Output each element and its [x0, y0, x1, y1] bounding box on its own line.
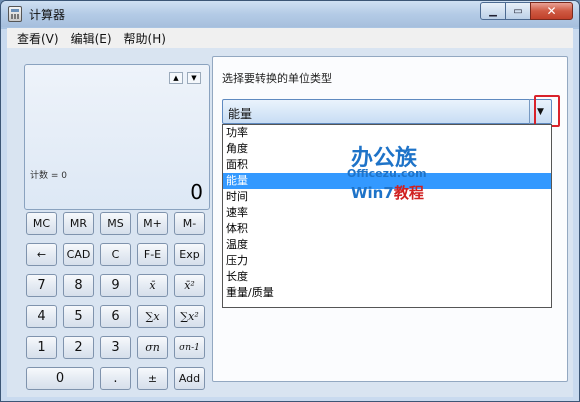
unit-type-label: 选择要转换的单位类型: [222, 72, 332, 85]
client-area: ▲ ▼ 计数 = 0 0 MC MR MS M+ M- ← CAD C F-E …: [7, 48, 573, 397]
digit-7-button[interactable]: 7: [26, 274, 57, 297]
std-dev-n-button[interactable]: σn: [137, 336, 168, 359]
highlight-box: [534, 95, 560, 127]
cad-button[interactable]: CAD: [63, 243, 94, 266]
decimal-button[interactable]: .: [100, 367, 131, 390]
digit-6-button[interactable]: 6: [100, 305, 131, 328]
option-weight-mass[interactable]: 重量/质量: [223, 285, 551, 301]
menu-help[interactable]: 帮助(H): [118, 30, 172, 47]
watermark-subtitle: Win7教程: [351, 184, 424, 202]
option-pressure[interactable]: 压力: [223, 253, 551, 269]
title-bar[interactable]: 计算器 ▁ ▭ ✕: [1, 1, 579, 27]
m-plus-button[interactable]: M+: [137, 212, 168, 235]
sum-squares-button[interactable]: ∑x²: [174, 305, 205, 328]
display-value: 0: [190, 180, 203, 204]
option-temperature[interactable]: 温度: [223, 237, 551, 253]
menu-edit[interactable]: 编辑(E): [65, 30, 118, 47]
history-down-button[interactable]: ▼: [187, 72, 201, 84]
clear-button[interactable]: C: [100, 243, 131, 266]
unit-conversion-panel: 选择要转换的单位类型 能量 ▼ 功率 角度 面积 能量 时间 速率 体积 温度 …: [212, 56, 568, 382]
unit-type-select[interactable]: 能量 ▼: [222, 99, 552, 124]
close-button[interactable]: ✕: [530, 2, 573, 20]
count-indicator: 计数 = 0: [30, 171, 67, 181]
unit-type-selected-value: 能量: [228, 107, 253, 121]
mr-button[interactable]: MR: [63, 212, 94, 235]
watermark-domain: Officezu.com: [347, 167, 427, 180]
digit-2-button[interactable]: 2: [63, 336, 94, 359]
exp-button[interactable]: Exp: [174, 243, 205, 266]
backspace-button[interactable]: ←: [26, 243, 57, 266]
digit-9-button[interactable]: 9: [100, 274, 131, 297]
history-up-button[interactable]: ▲: [169, 72, 183, 84]
fe-button[interactable]: F-E: [137, 243, 168, 266]
maximize-button[interactable]: ▭: [505, 2, 531, 20]
digit-3-button[interactable]: 3: [100, 336, 131, 359]
add-button[interactable]: Add: [174, 367, 205, 390]
minimize-button[interactable]: ▁: [480, 2, 506, 20]
calculator-icon: [8, 6, 22, 22]
digit-5-button[interactable]: 5: [63, 305, 94, 328]
menu-bar: 查看(V) 编辑(E) 帮助(H): [7, 28, 573, 48]
mean-square-button[interactable]: x̄²: [174, 274, 205, 297]
negate-button[interactable]: ±: [137, 367, 168, 390]
m-minus-button[interactable]: M-: [174, 212, 205, 235]
digit-0-button[interactable]: 0: [26, 367, 94, 390]
digit-8-button[interactable]: 8: [63, 274, 94, 297]
sum-button[interactable]: ∑x: [137, 305, 168, 328]
calculator-panel: ▲ ▼ 计数 = 0 0 MC MR MS M+ M- ← CAD C F-E …: [14, 54, 210, 390]
menu-view[interactable]: 查看(V): [11, 30, 65, 47]
ms-button[interactable]: MS: [100, 212, 131, 235]
mean-button[interactable]: x̄: [137, 274, 168, 297]
digit-4-button[interactable]: 4: [26, 305, 57, 328]
calculator-window: 计算器 ▁ ▭ ✕ 查看(V) 编辑(E) 帮助(H) ▲ ▼ 计数 = 0 0…: [0, 0, 580, 402]
option-power[interactable]: 功率: [223, 125, 551, 141]
option-length[interactable]: 长度: [223, 269, 551, 285]
digit-1-button[interactable]: 1: [26, 336, 57, 359]
std-dev-n1-button[interactable]: σn-1: [174, 336, 205, 359]
option-volume[interactable]: 体积: [223, 221, 551, 237]
window-title: 计算器: [29, 8, 66, 22]
display: ▲ ▼ 计数 = 0 0: [24, 64, 210, 210]
watermark-logo: 办公族 Officezu.com Win7教程: [347, 140, 447, 210]
mc-button[interactable]: MC: [26, 212, 57, 235]
